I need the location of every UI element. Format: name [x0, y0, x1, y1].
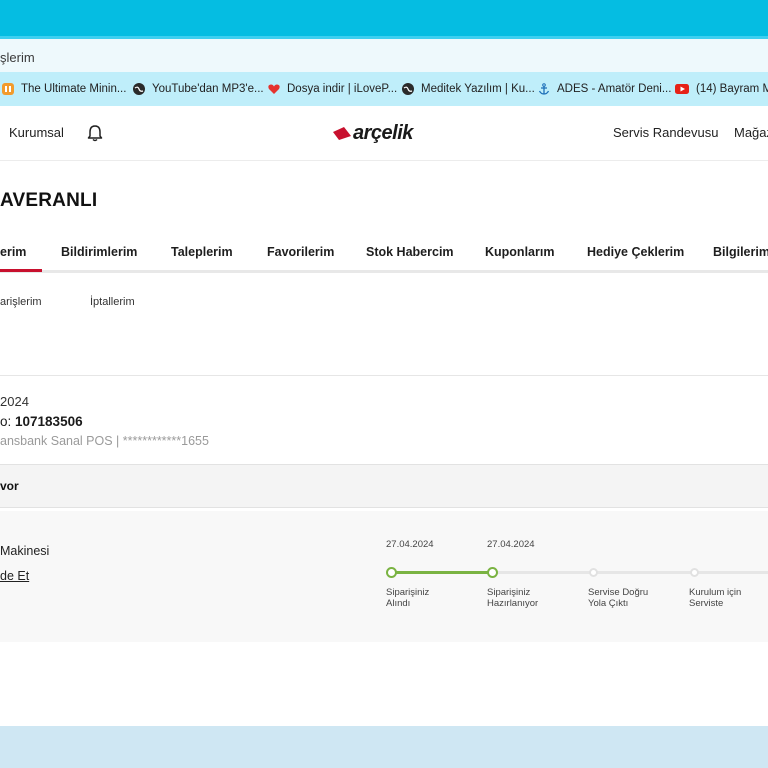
heart-icon — [268, 84, 280, 94]
active-tab-indicator — [0, 269, 42, 272]
order-card: 2024 o: 107183506 ansbank Sanal POS | **… — [0, 375, 768, 642]
step-date: 27.04.2024 — [487, 539, 535, 550]
progress-line-pending — [492, 571, 768, 574]
step-dot-installation — [690, 568, 699, 577]
bookmark-item[interactable]: (14) Bayram ME — [675, 81, 768, 97]
step-label-preparing: Siparişiniz Hazırlanıyor — [487, 587, 539, 609]
step-date: 27.04.2024 — [386, 539, 434, 550]
order-number-label: o: — [0, 414, 16, 429]
tab-stock-alerts[interactable]: Stok Habercim — [366, 245, 454, 259]
order-status-bar: vor — [0, 464, 768, 508]
order-status-text: vor — [0, 479, 19, 493]
tab-my-info[interactable]: Bilgilerim — [713, 245, 768, 259]
url-text[interactable]: şlerim — [0, 50, 35, 65]
order-number: o: 107183506 — [0, 414, 83, 429]
stores-link[interactable]: Mağaz — [734, 125, 768, 140]
tab-notifications[interactable]: Bildirimlerim — [61, 245, 137, 259]
anchor-icon — [538, 83, 550, 95]
order-date: 2024 — [0, 394, 29, 409]
subtab-orders[interactable]: arişlerim — [0, 296, 42, 308]
tab-orders[interactable]: erim — [0, 245, 26, 259]
payment-info: ansbank Sanal POS | ************1655 — [0, 434, 209, 448]
review-link[interactable]: de Et — [0, 569, 29, 583]
bell-icon[interactable] — [87, 124, 103, 142]
step-dot-preparing — [487, 567, 498, 578]
tab-requests[interactable]: Taleplerim — [171, 245, 233, 259]
order-number-value: 107183506 — [15, 414, 83, 429]
address-bar[interactable]: şlerim — [0, 36, 768, 72]
service-appointment-link[interactable]: Servis Randevusu — [613, 125, 719, 140]
browser-title-bar — [0, 0, 768, 36]
bookmarks-bar: The Ultimate Minin... YouTube'dan MP3'e.… — [0, 72, 768, 106]
youtube-icon — [675, 84, 689, 94]
account-tabs: erim Bildirimlerim Taleplerim Favorileri… — [0, 236, 768, 273]
step-dot-shipped — [589, 568, 598, 577]
order-item: Makinesi de Et 27.04.2024 27.04.2024 Sip… — [0, 511, 768, 642]
globe-icon — [133, 83, 145, 95]
bookmark-item[interactable]: Meditek Yazılım | Ku... — [402, 81, 535, 97]
user-name: AVERANLI — [0, 190, 98, 211]
page-footer-band — [0, 726, 768, 768]
bookmark-item[interactable]: Dosya indir | iLoveP... — [268, 81, 397, 97]
corporate-link[interactable]: Kurumsal — [9, 125, 64, 140]
step-dot-received — [386, 567, 397, 578]
site-header: Kurumsal arçelik Servis Randevusu Mağaz — [0, 106, 768, 161]
subtab-cancellations[interactable]: İptallerim — [90, 296, 135, 308]
brand-mark-icon — [333, 127, 351, 140]
progress-line-done — [391, 571, 492, 574]
step-label-installation: Kurulum için Serviste — [689, 587, 742, 609]
orange-grid-icon — [2, 83, 14, 95]
arcelik-logo[interactable]: arçelik — [333, 122, 413, 145]
tab-coupons[interactable]: Kuponlarım — [485, 245, 554, 259]
step-label-shipped: Servise Doğru Yola Çıktı — [588, 587, 649, 609]
tab-favorites[interactable]: Favorilerim — [267, 245, 334, 259]
brand-wordmark: arçelik — [353, 122, 413, 144]
globe-icon — [402, 83, 414, 95]
step-label-received: Siparişiniz Alındı — [386, 587, 430, 609]
bookmark-item[interactable]: The Ultimate Minin... — [2, 81, 126, 97]
bookmark-item[interactable]: YouTube'dan MP3'e... — [133, 81, 264, 97]
bookmark-item[interactable]: ADES - Amatör Deni... — [538, 81, 671, 97]
tab-gift-cards[interactable]: Hediye Çeklerim — [587, 245, 684, 259]
product-name: Makinesi — [0, 544, 50, 558]
